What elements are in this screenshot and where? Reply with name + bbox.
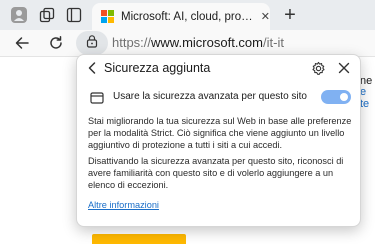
tab-strip: Microsoft: AI, cloud, produttività, comp…	[0, 0, 375, 30]
edge-profile-icon[interactable]	[9, 5, 29, 25]
back-arrow-icon[interactable]	[12, 33, 32, 53]
url-protocol: https://	[112, 35, 152, 50]
disable-warning-paragraph: Disattivando la sicurezza avanzata per q…	[88, 156, 344, 190]
chevron-left-icon[interactable]	[85, 60, 99, 76]
microsoft-logo-icon	[101, 10, 114, 23]
popup-title: Sicurezza aggiunta	[104, 61, 211, 75]
refresh-icon[interactable]	[46, 33, 66, 53]
enhanced-security-toggle-label: Usare la sicurezza avanzata per questo s…	[113, 91, 307, 102]
close-icon[interactable]	[336, 60, 352, 76]
description-paragraph: Stai migliorando la tua sicurezza sul We…	[88, 116, 352, 150]
address-toolbar: https://www.microsoft.com/it-it	[0, 30, 375, 56]
url-path: /it-it	[263, 35, 284, 50]
new-tab-button[interactable]: +	[279, 4, 301, 26]
site-info-button[interactable]	[76, 31, 108, 55]
tab-title: Microsoft: AI, cloud, produttività, comp…	[121, 10, 255, 23]
url-field[interactable]: https://www.microsoft.com/it-it	[112, 35, 284, 50]
learn-more-link[interactable]: Altre informazioni	[88, 200, 159, 210]
page-cta-button[interactable]	[92, 234, 186, 244]
workspaces-icon[interactable]	[37, 5, 57, 25]
tab-close-button[interactable]: ✕	[261, 10, 270, 23]
browser-window-icon	[90, 91, 104, 104]
lock-icon	[85, 34, 99, 53]
tab-actions-icon[interactable]	[64, 5, 84, 25]
enhanced-security-popup: Sicurezza aggiunta Usare la sicurezza av…	[76, 54, 361, 227]
url-host: www.microsoft.com	[151, 35, 263, 50]
gear-icon[interactable]	[310, 60, 326, 76]
page-link-fragment[interactable]: te	[360, 98, 369, 110]
active-tab[interactable]: Microsoft: AI, cloud, produttività, comp…	[92, 3, 270, 30]
enhanced-security-toggle[interactable]	[321, 90, 351, 104]
toggle-knob	[340, 93, 348, 101]
